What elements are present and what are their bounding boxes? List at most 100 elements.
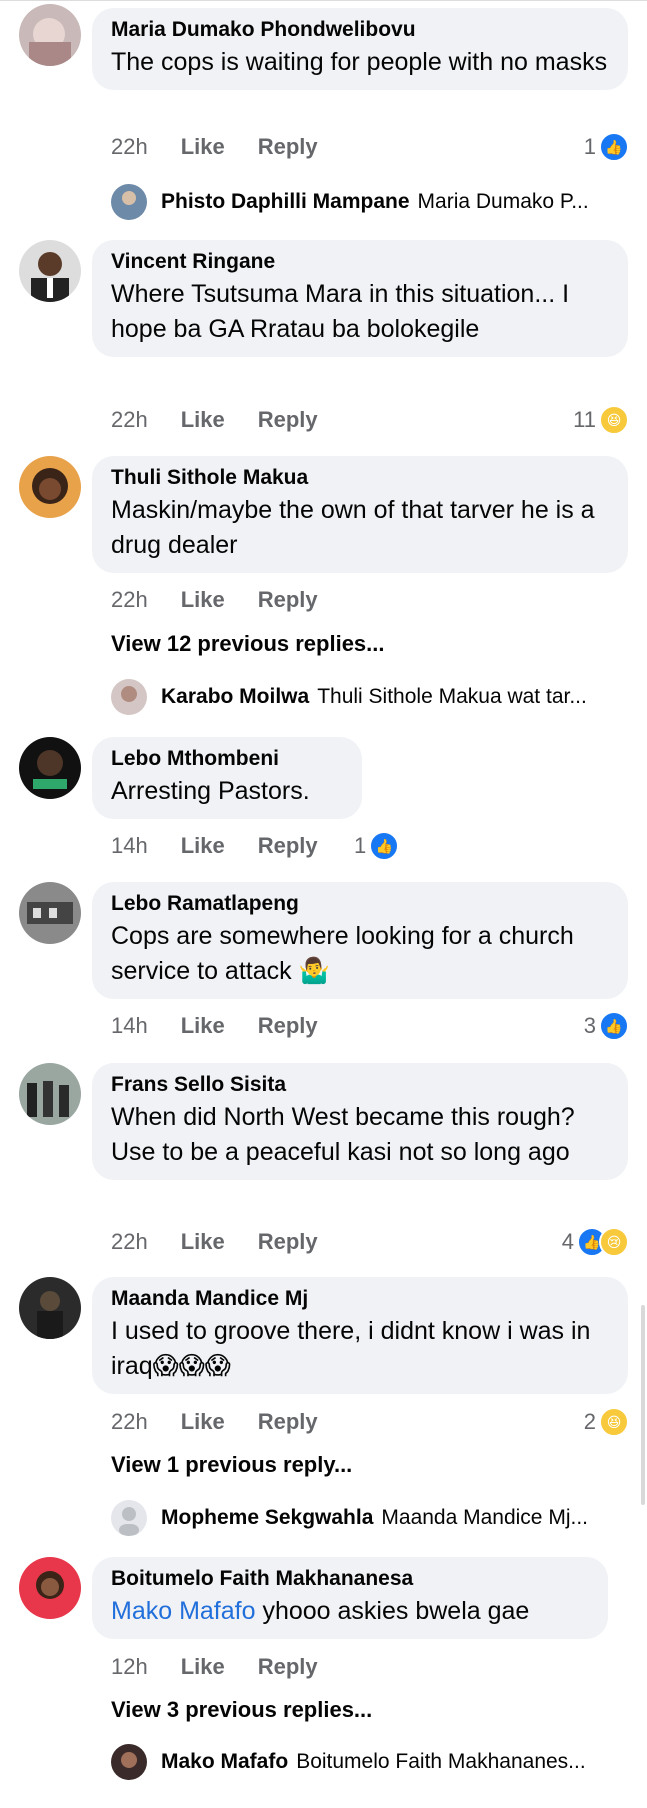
- comment-bubble: Lebo Ramatlapeng Cops are somewhere look…: [92, 882, 628, 999]
- top-divider: [0, 0, 647, 1]
- scrollbar[interactable]: [641, 1305, 645, 1505]
- comment-time[interactable]: 22h: [111, 1409, 148, 1435]
- comment-bubble: Maria Dumako Phondwelibovu The cops is w…: [92, 8, 628, 90]
- comment-author[interactable]: Lebo Ramatlapeng: [111, 891, 608, 917]
- mention-link[interactable]: Mako Mafafo: [111, 1597, 256, 1625]
- reply-button[interactable]: Reply: [258, 833, 318, 859]
- reply-button[interactable]: Reply: [258, 134, 318, 160]
- reply-preview-text: Boitumelo Faith Makhananes...: [296, 1750, 586, 1773]
- reply-avatar: [111, 184, 147, 220]
- reaction-summary[interactable]: 2 😆: [583, 1407, 629, 1437]
- reply-author: Mopheme Sekgwahla: [161, 1506, 374, 1529]
- like-button[interactable]: Like: [181, 1654, 225, 1680]
- comment-time[interactable]: 22h: [111, 134, 148, 160]
- comment-author[interactable]: Maria Dumako Phondwelibovu: [111, 17, 608, 43]
- comment-actions: 22h Like Reply: [111, 586, 351, 614]
- comment-bubble: Vincent Ringane Where Tsutsuma Mara in t…: [92, 240, 628, 357]
- like-button[interactable]: Like: [181, 1013, 225, 1039]
- reply-button[interactable]: Reply: [258, 1229, 318, 1255]
- comment-time[interactable]: 14h: [111, 1013, 148, 1039]
- reaction-summary[interactable]: 1 👍: [584, 132, 629, 162]
- reaction-summary[interactable]: 11 😆: [573, 405, 629, 435]
- comment-bubble: Thuli Sithole Makua Maskin/maybe the own…: [92, 456, 628, 573]
- avatar[interactable]: [19, 737, 81, 799]
- avatar[interactable]: [19, 882, 81, 944]
- reply-preview[interactable]: Phisto Daphilli Mampane Maria Dumako P..…: [111, 183, 589, 221]
- comment-text: Cops are somewhere looking for a church …: [111, 922, 574, 985]
- comment-author[interactable]: Vincent Ringane: [111, 249, 608, 275]
- like-button[interactable]: Like: [181, 833, 225, 859]
- reply-button[interactable]: Reply: [258, 1654, 318, 1680]
- comment-text: The cops is waiting for people with no m…: [111, 48, 608, 76]
- view-previous-replies[interactable]: View 12 previous replies...: [111, 631, 385, 657]
- reaction-count: 1: [354, 833, 367, 858]
- reply-preview-text: Maria Dumako P...: [417, 190, 589, 213]
- like-button[interactable]: Like: [181, 587, 225, 613]
- like-button[interactable]: Like: [181, 1229, 225, 1255]
- comment-time[interactable]: 22h: [111, 407, 148, 433]
- like-button[interactable]: Like: [181, 407, 225, 433]
- reply-author: Mako Mafafo: [161, 1750, 289, 1773]
- comment-author[interactable]: Thuli Sithole Makua: [111, 465, 608, 491]
- reply-preview[interactable]: Mako Mafafo Boitumelo Faith Makhananes..…: [111, 1743, 586, 1781]
- reply-avatar: [111, 679, 147, 715]
- reply-avatar: [111, 1500, 147, 1536]
- avatar[interactable]: [19, 4, 81, 66]
- avatar[interactable]: [19, 1277, 81, 1339]
- like-reaction-icon: 👍: [369, 831, 400, 861]
- haha-reaction-icon: 😆: [599, 405, 629, 435]
- reply-author: Phisto Daphilli Mampane: [161, 190, 410, 213]
- comment-text: Mako Mafafo yhooo askies bwela gae: [111, 1594, 588, 1629]
- comment-bubble: Boitumelo Faith Makhananesa Mako Mafafo …: [92, 1557, 608, 1639]
- view-previous-replies[interactable]: View 1 previous reply...: [111, 1452, 352, 1478]
- avatar[interactable]: [19, 240, 81, 302]
- like-reaction-icon: 👍: [599, 1011, 629, 1041]
- reaction-count: 3: [583, 1013, 596, 1038]
- like-button[interactable]: Like: [181, 1409, 225, 1435]
- comment-actions: 22h Like Reply: [111, 406, 351, 434]
- reaction-count: 2: [583, 1409, 596, 1434]
- comment-text: Arresting Pastors.: [111, 777, 310, 805]
- comment-text: Maskin/maybe the own of that tarver he i…: [111, 496, 595, 559]
- reply-button[interactable]: Reply: [258, 1409, 318, 1435]
- comment-time[interactable]: 22h: [111, 1229, 148, 1255]
- view-previous-replies[interactable]: View 3 previous replies...: [111, 1697, 372, 1723]
- comment-actions: 22h Like Reply: [111, 1408, 351, 1436]
- comment-time[interactable]: 14h: [111, 833, 148, 859]
- like-reaction-icon: 👍: [599, 132, 629, 162]
- comment-author[interactable]: Maanda Mandice Mj: [111, 1286, 608, 1312]
- haha-reaction-icon: 😆: [599, 1407, 629, 1437]
- comment-bubble: Frans Sello Sisita When did North West b…: [92, 1063, 628, 1180]
- reply-button[interactable]: Reply: [258, 407, 318, 433]
- comment-time[interactable]: 22h: [111, 587, 148, 613]
- reply-avatar: [111, 1744, 147, 1780]
- reaction-summary[interactable]: 4 👍 😢: [561, 1227, 629, 1257]
- comment-text: Where Tsutsuma Mara in this situation...…: [111, 280, 570, 343]
- like-button[interactable]: Like: [181, 134, 225, 160]
- comment-actions: 14h Like Reply: [111, 1012, 351, 1040]
- reply-preview-text: Maanda Mandice Mj...: [381, 1506, 588, 1529]
- avatar[interactable]: [19, 1557, 81, 1619]
- comment-text: I used to groove there, i didnt know i w…: [111, 1317, 591, 1380]
- comment-time[interactable]: 12h: [111, 1654, 148, 1680]
- comment-bubble: Lebo Mthombeni Arresting Pastors.: [92, 737, 362, 819]
- comment-author[interactable]: Frans Sello Sisita: [111, 1072, 608, 1098]
- avatar[interactable]: [19, 456, 81, 518]
- reply-button[interactable]: Reply: [258, 1013, 318, 1039]
- comment-text: When did North West became this rough? U…: [111, 1103, 575, 1166]
- reaction-summary[interactable]: 1 👍: [354, 831, 400, 861]
- reaction-count: 4: [561, 1229, 574, 1254]
- reply-preview-text: Thuli Sithole Makua wat tar...: [317, 685, 587, 708]
- reaction-summary[interactable]: 3 👍: [583, 1011, 629, 1041]
- sad-reaction-icon: 😢: [599, 1227, 629, 1257]
- reply-button[interactable]: Reply: [258, 587, 318, 613]
- reply-author: Karabo Moilwa: [161, 685, 310, 708]
- reaction-count: 11: [573, 407, 596, 432]
- reply-preview[interactable]: Mopheme Sekgwahla Maanda Mandice Mj...: [111, 1499, 588, 1537]
- comment-actions: 22h Like Reply: [111, 133, 351, 161]
- comment-text-body: yhooo askies bwela gae: [255, 1597, 530, 1625]
- comment-author[interactable]: Boitumelo Faith Makhananesa: [111, 1566, 588, 1592]
- comment-author[interactable]: Lebo Mthombeni: [111, 746, 342, 772]
- avatar[interactable]: [19, 1063, 81, 1125]
- reply-preview[interactable]: Karabo Moilwa Thuli Sithole Makua wat ta…: [111, 678, 587, 716]
